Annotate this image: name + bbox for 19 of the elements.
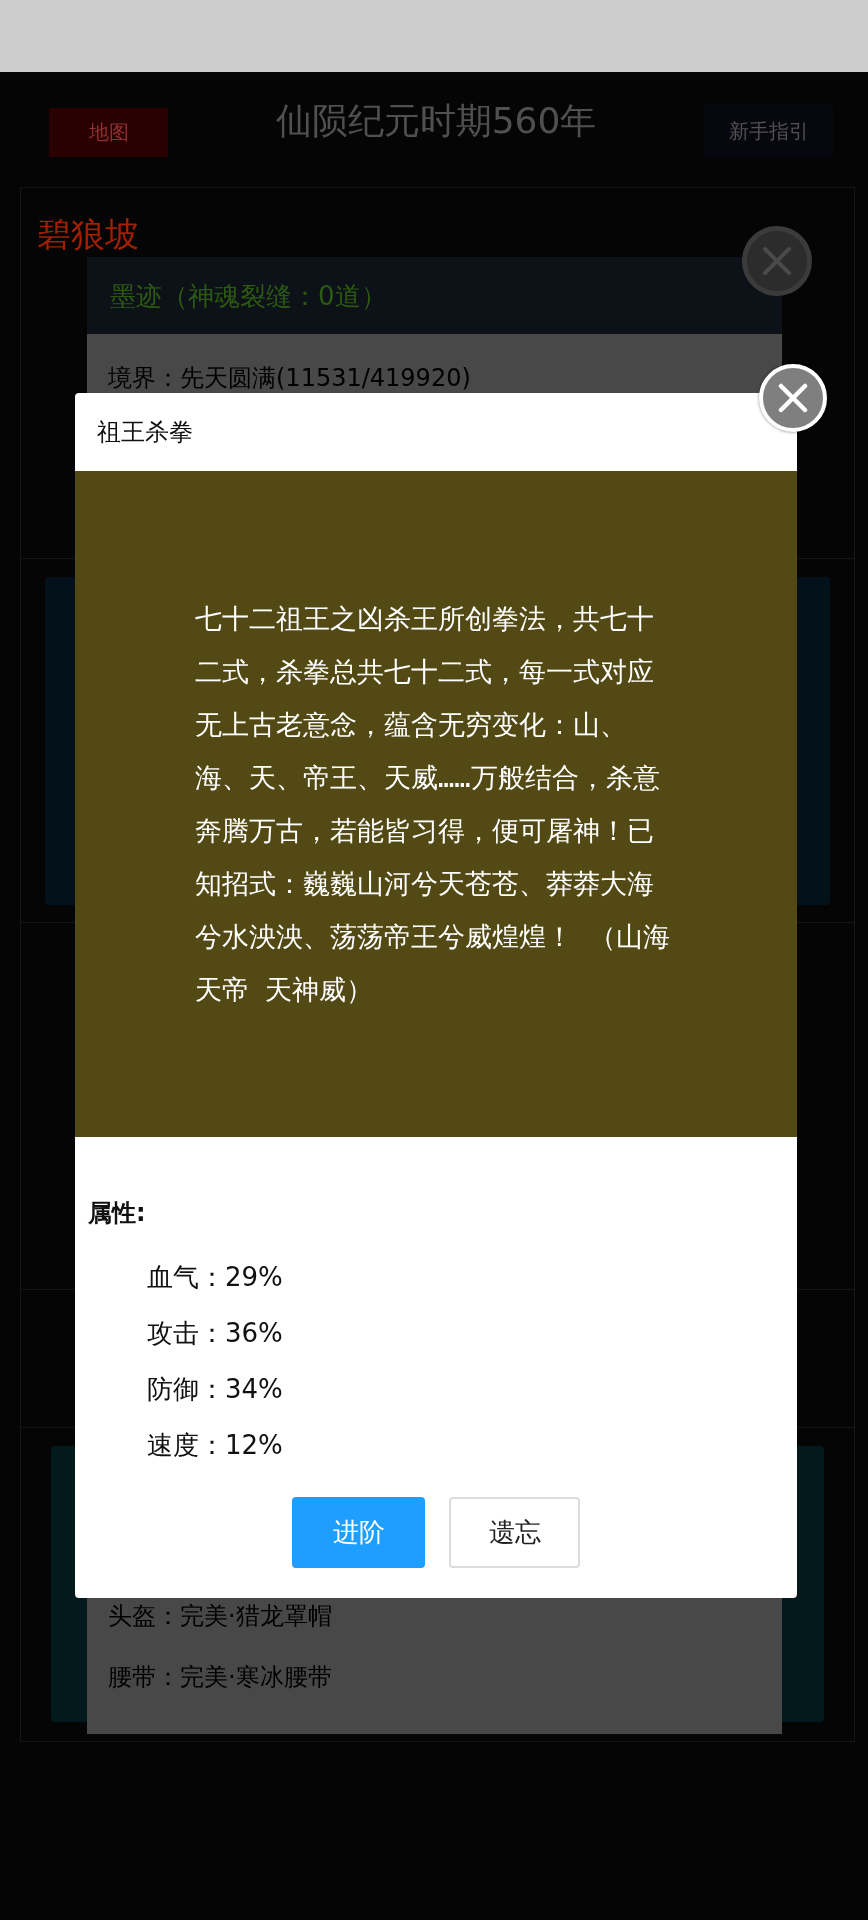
attribute-text: 血气：29% <box>147 1261 283 1294</box>
equipment-text: 腰带：完美·寒冰腰带 <box>108 1662 332 1692</box>
forget-button[interactable]: 遗忘 <box>449 1497 580 1568</box>
realm-text: 境界：先天圆满(11531/419920) <box>108 363 471 393</box>
map-button[interactable]: 地图 <box>49 108 168 157</box>
advance-button[interactable]: 进阶 <box>292 1497 425 1568</box>
attributes-heading: 属性: <box>88 1199 146 1227</box>
dialog-title: 祖王杀拳 <box>97 417 193 447</box>
close-icon <box>778 383 808 413</box>
attribute-text: 防御：34% <box>147 1373 283 1406</box>
location-name: 碧狼坡 <box>36 213 139 254</box>
guide-button[interactable]: 新手指引 <box>704 105 833 157</box>
attribute-text: 速度：12% <box>147 1429 283 1462</box>
dialog-title: 墨迹（神魂裂缝：0道） <box>110 279 387 312</box>
close-icon <box>762 246 792 276</box>
page-title: 仙陨纪元时期560年 <box>275 99 597 143</box>
description-text: 七十二祖王之凶杀王所创拳法，共七十二式，杀拳总共七十二式，每一式对应无上古老意念，蕴含无穷变化：山、海、天、帝王、天威……万般结合，杀意奔腾万古，若能皆习得，便可屠神！已知招式：巍巍山河兮天苍苍、莽莽大海兮水泱泱、荡荡帝王兮威煌煌！ （山海天帝 天神威） <box>195 602 672 1007</box>
attribute-text: 攻击：36% <box>147 1317 283 1350</box>
equipment-text: 头盔：完美·猎龙罩帽 <box>108 1601 332 1631</box>
